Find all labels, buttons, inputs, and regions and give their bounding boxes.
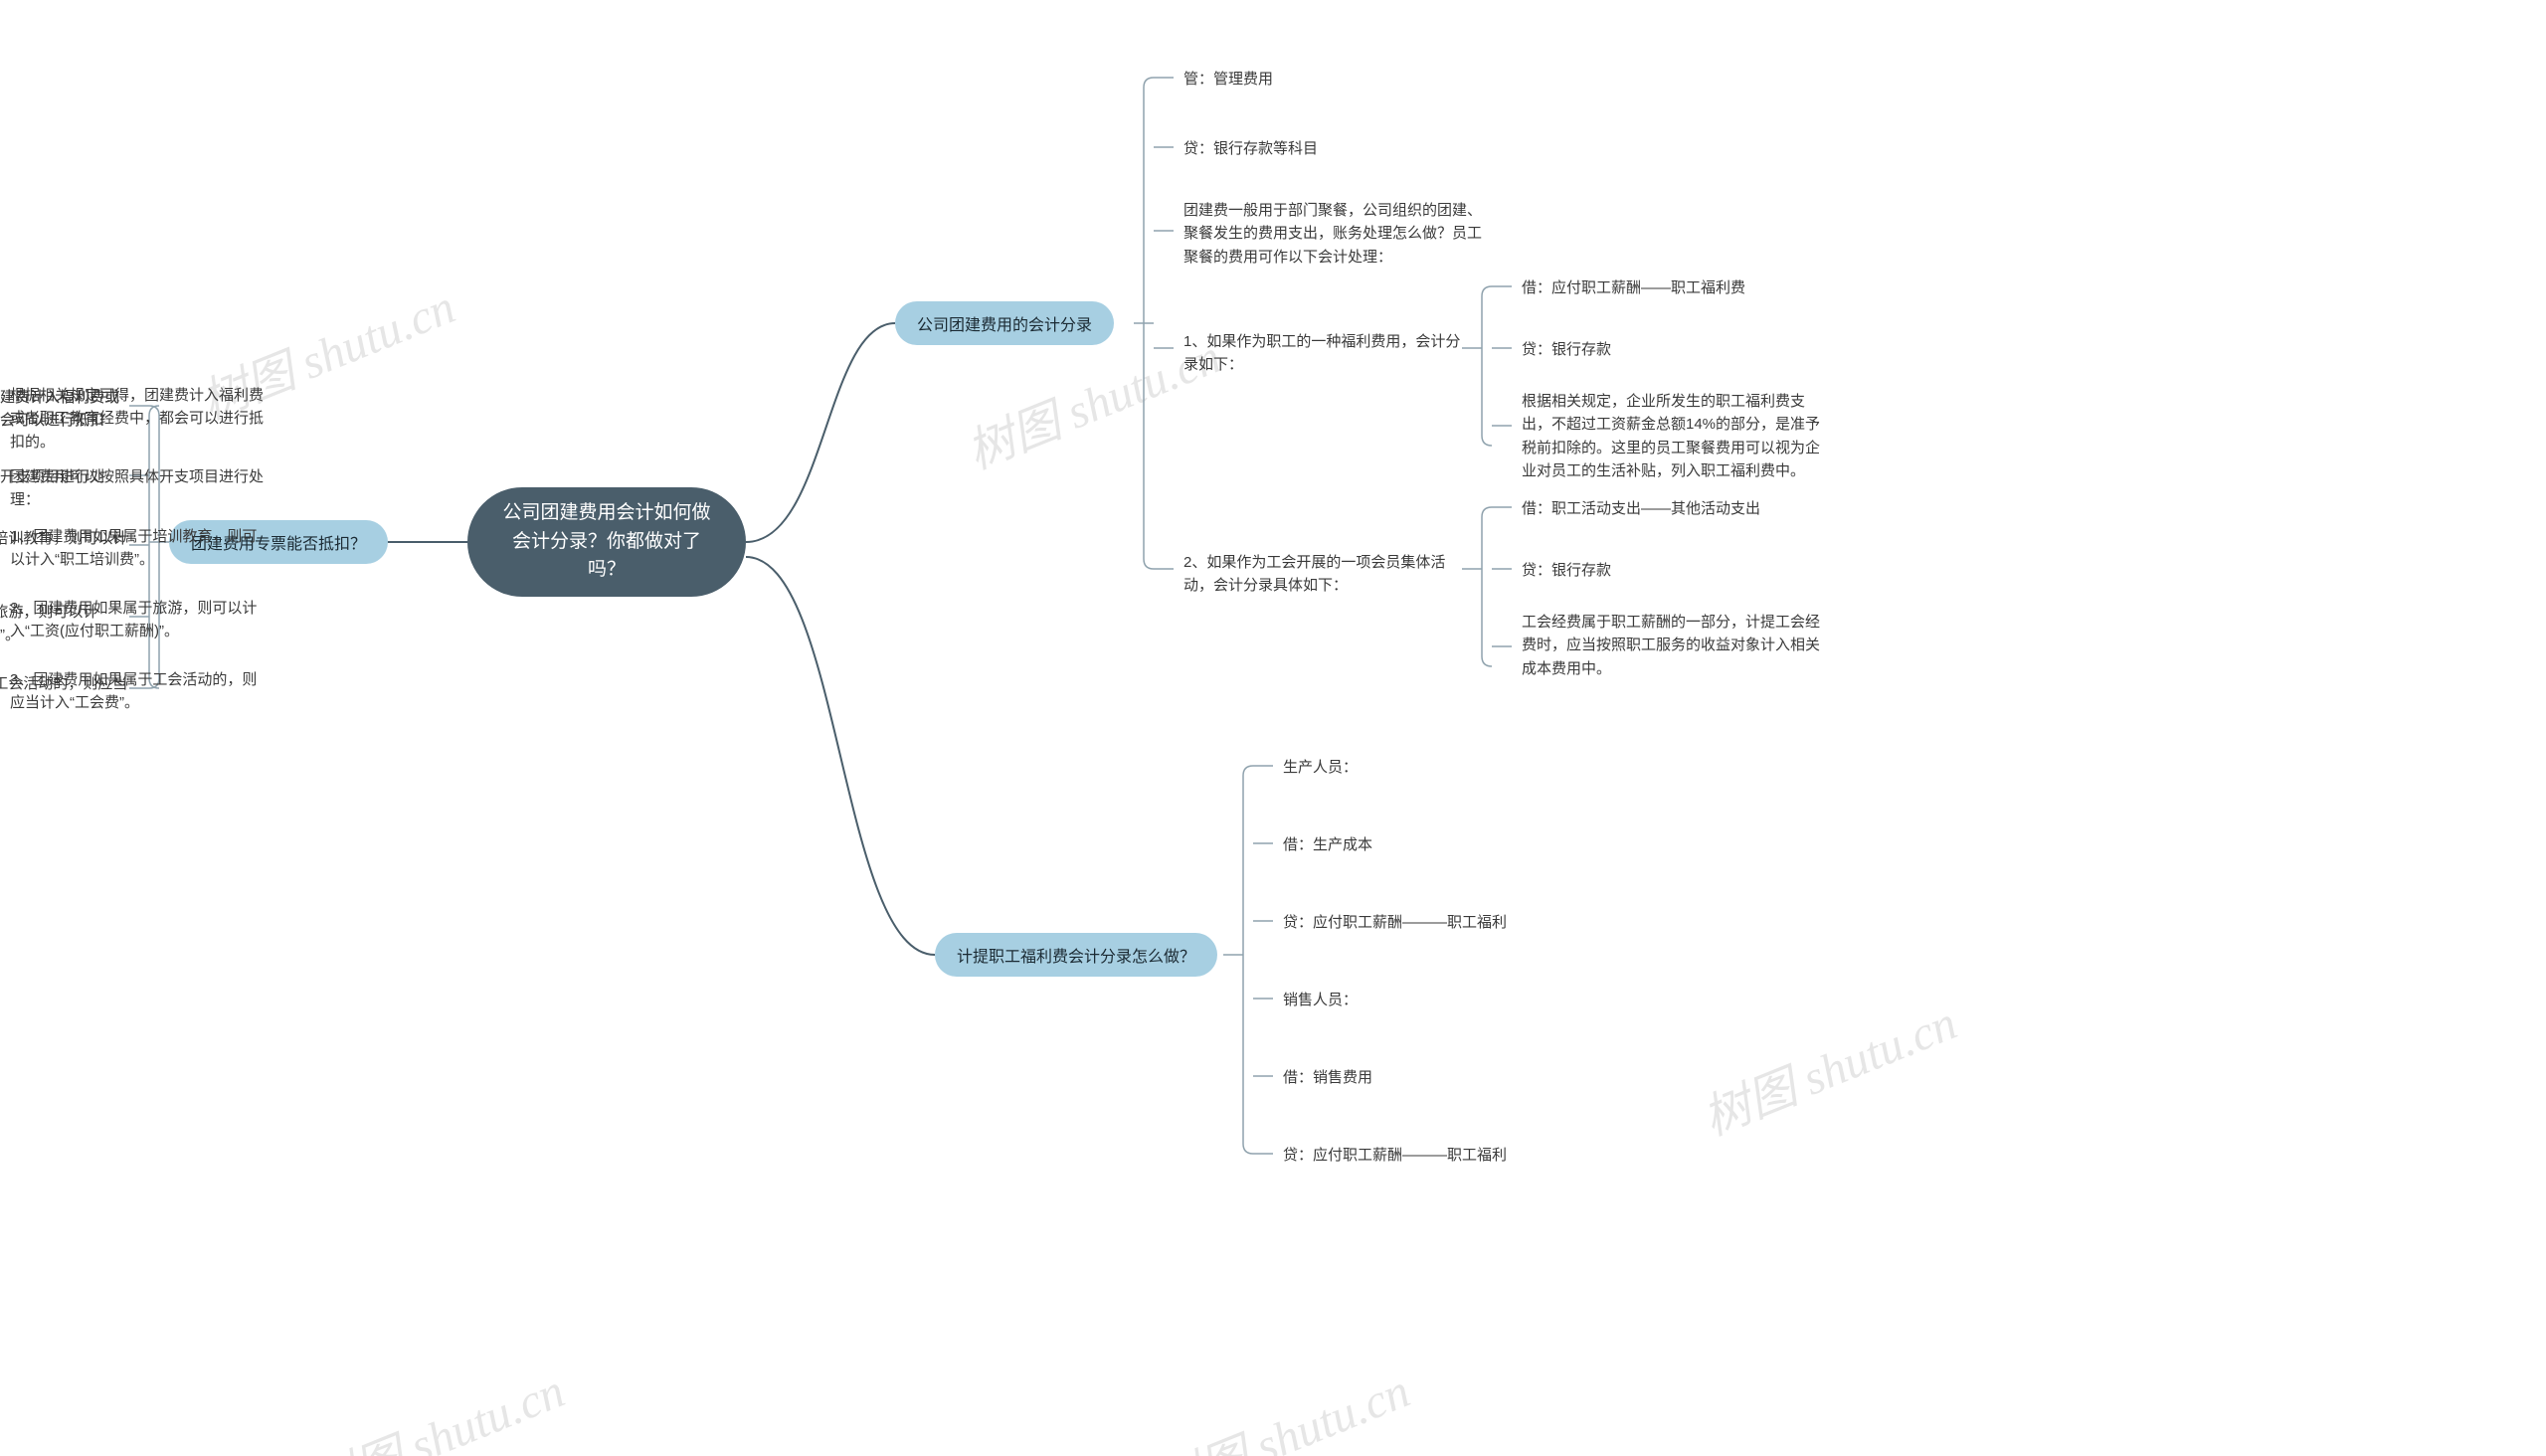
- watermark: 树图 shutu.cn: [1691, 984, 1965, 1149]
- r1-i1: 贷：银行存款等科目: [1183, 137, 1462, 160]
- L3: 2、团建费用如果属于旅游，则可以计入“工资(应付职工薪酬)”。: [10, 597, 264, 643]
- r1-i3-s0: 借：应付职工薪酬——职工福利费: [1522, 276, 1820, 299]
- root-node[interactable]: 公司团建费用会计如何做会计分录？你都做对了吗？: [467, 487, 746, 597]
- root-title: 公司团建费用会计如何做会计分录？你都做对了吗？: [495, 499, 718, 585]
- r2-j5: 贷：应付职工薪酬———职工福利: [1283, 1144, 1581, 1167]
- r1-i3-s2: 根据相关规定，企业所发生的职工福利费支出，不超过工资薪金总额14%的部分，是准予…: [1522, 390, 1830, 482]
- L4: 3、团建费用如果属于工会活动的，则应当计入“工会费”。: [10, 668, 264, 715]
- r1-i2: 团建费一般用于部门聚餐，公司组织的团建、聚餐发生的费用支出，账务处理怎么做？员工…: [1183, 199, 1482, 269]
- r1-i3-s1: 贷：银行存款: [1522, 338, 1820, 361]
- branch-welfare-label: 计提职工福利费会计分录怎么做？: [957, 943, 1195, 967]
- r1-i4-s0: 借：职工活动支出——其他活动支出: [1522, 497, 1820, 520]
- r2-j1: 借：生产成本: [1283, 833, 1561, 856]
- branch-accounting-label: 公司团建费用的会计分录: [917, 311, 1092, 335]
- r1-i4: 2、如果作为工会开展的一项会员集体活动，会计分录具体如下：: [1183, 551, 1462, 598]
- r2-j4: 借：销售费用: [1283, 1066, 1561, 1089]
- L0: 根据相关规定可得，团建费计入福利费或者职工教育经费中，都会可以进行抵扣的。: [10, 384, 264, 454]
- r2-j0: 生产人员：: [1283, 756, 1561, 779]
- L2: 1、团建费用如果属于培训教育，则可以计入“职工培训费”。: [10, 525, 264, 572]
- r2-j3: 销售人员：: [1283, 989, 1561, 1011]
- r1-i4-s1: 贷：银行存款: [1522, 559, 1820, 582]
- r1-i4-s2: 工会经费属于职工薪酬的一部分，计提工会经费时，应当按照职工服务的收益对象计入相关…: [1522, 611, 1830, 680]
- r2-j2: 贷：应付职工薪酬———职工福利: [1283, 911, 1581, 934]
- L1: 团建费用可以按照具体开支项目进行处理：: [10, 465, 264, 512]
- watermark: 树图 shutu.cn: [1144, 1352, 1418, 1456]
- r1-i3: 1、如果作为职工的一种福利费用，会计分录如下：: [1183, 330, 1462, 377]
- branch-accounting-entries[interactable]: 公司团建费用的会计分录: [895, 301, 1114, 345]
- branch-welfare-accrual[interactable]: 计提职工福利费会计分录怎么做？: [935, 933, 1217, 977]
- r1-i0: 管：管理费用: [1183, 68, 1462, 91]
- watermark: 树图 shutu.cn: [298, 1352, 573, 1456]
